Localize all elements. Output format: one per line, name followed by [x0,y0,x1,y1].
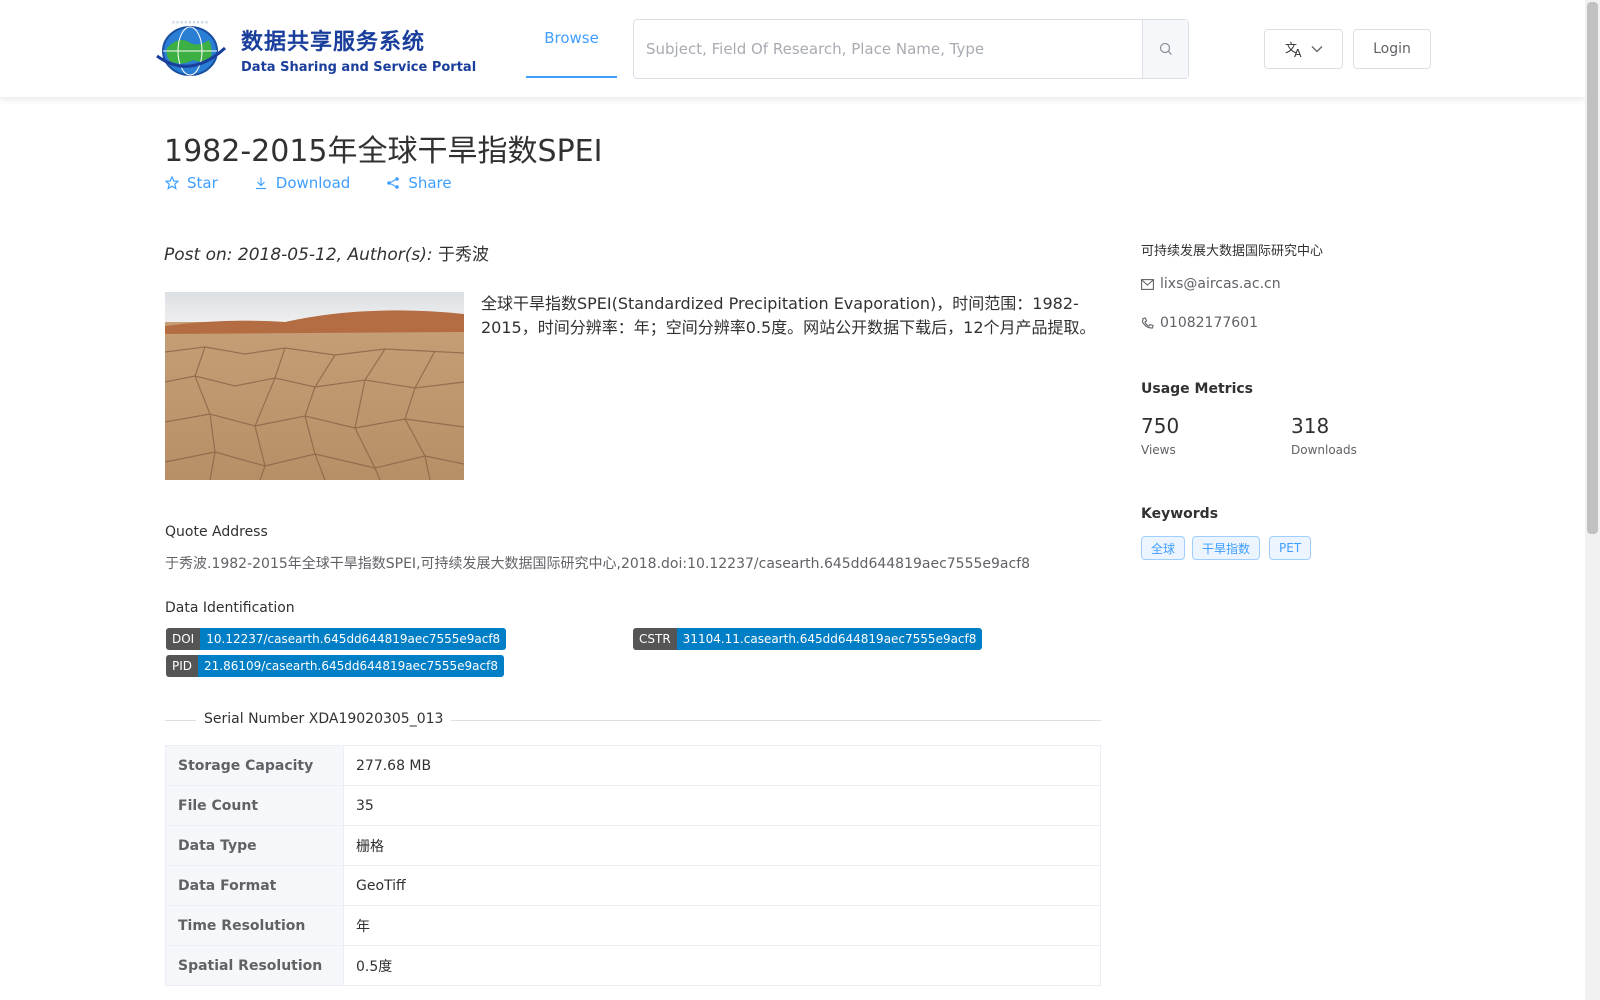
globe-logo-icon: ◦◦◦◦◦◦◦◦◦ [153,18,231,80]
share-label: Share [408,174,452,192]
doi-badge[interactable]: DOI 10.12237/casearth.645dd644819aec7555… [166,628,507,650]
page-scrollbar[interactable] [1585,0,1600,1000]
phone-text: 01082177601 [1160,315,1258,331]
share-icon [387,177,400,189]
phone-icon [1141,316,1154,329]
svg-text:A: A [1294,47,1302,58]
keywords-title: Keywords [1141,506,1219,522]
search-icon [1159,42,1172,55]
row-value: 0.5度 [343,945,1101,986]
row-key: File Count [165,785,344,826]
doi-value: 10.12237/casearth.645dd644819aec7555e9ac… [200,628,507,650]
top-header: ◦◦◦◦◦◦◦◦◦ 数据共享服务系统 Data Sharing and Serv… [0,0,1585,98]
row-value: 277.68 MB [343,745,1101,786]
post-meta: Post on: 2018-05-12, Author(s): 于秀波 [164,240,489,265]
row-value: 年 [343,905,1101,946]
row-key: Spatial Resolution [165,945,344,986]
contact-phone: 01082177601 [1141,315,1258,331]
star-icon [165,176,179,190]
chevron-down-icon [1311,46,1322,53]
table-row: Data Type 栅格 [165,825,1101,866]
email-text: lixs@aircas.ac.cn [1160,276,1281,292]
data-identification-label: Data Identification [165,600,295,616]
row-value: 35 [343,785,1101,826]
portal-logo[interactable]: ◦◦◦◦◦◦◦◦◦ 数据共享服务系统 Data Sharing and Serv… [153,18,476,80]
pid-value: 21.86109/casearth.645dd644819aec7555e9ac… [198,655,504,677]
mail-icon [1141,278,1154,290]
cstr-badge[interactable]: CSTR 31104.11.casearth.645dd644819aec755… [633,628,983,650]
views-count: 750 [1141,414,1180,438]
translate-icon: 文 A [1285,40,1302,58]
row-key: Data Type [165,825,344,866]
scrollbar-thumb[interactable] [1587,2,1598,534]
share-button[interactable]: Share [386,174,452,192]
post-date: Post on: 2018-05-12, Author(s): [164,245,438,265]
serial-number: Serial Number XDA19020305_013 [196,711,452,727]
cstr-key: CSTR [633,628,677,650]
logo-title-cn: 数据共享服务系统 [241,29,426,55]
keyword-tag[interactable]: 干旱指数 [1192,536,1261,560]
keyword-tag[interactable]: PET [1269,536,1312,560]
dataset-thumbnail [165,292,464,480]
quote-address-label: Quote Address [165,524,268,540]
dataset-info-table: Storage Capacity 277.68 MB File Count 35 D… [165,745,1101,986]
row-key: Storage Capacity [165,745,344,786]
organization-name: 可持续发展大数据国际研究中心 [1141,244,1324,259]
usage-metrics-title: Usage Metrics [1141,381,1253,397]
star-button[interactable]: Star [165,174,218,192]
pid-key: PID [166,655,199,677]
table-row: File Count 35 [165,785,1101,826]
row-key: Time Resolution [165,905,344,946]
table-row: Time Resolution 年 [165,905,1101,946]
quote-address-text: 于秀波.1982-2015年全球干旱指数SPEI,可持续发展大数据国际研究中心,… [165,556,1031,572]
row-value: GeoTiff [343,865,1101,906]
keyword-tag[interactable]: 全球 [1141,536,1186,560]
download-button[interactable]: Download [254,174,351,192]
download-icon [255,177,266,190]
row-value: 栅格 [343,825,1101,866]
downloads-label: Downloads [1291,443,1357,457]
pid-badge[interactable]: PID 21.86109/casearth.645dd644819aec7555… [166,655,504,677]
language-switch-button[interactable]: 文 A [1264,29,1343,69]
downloads-count: 318 [1291,414,1330,438]
table-row: Storage Capacity 277.68 MB [165,745,1101,786]
login-button[interactable]: Login [1353,29,1431,69]
author-name: 于秀波 [437,245,489,265]
row-key: Data Format [165,865,344,906]
dataset-actions: Star Download Share [165,174,452,192]
nav-browse-link[interactable]: Browse [526,0,617,78]
svg-text:◦◦◦◦◦◦◦◦◦: ◦◦◦◦◦◦◦◦◦ [171,19,208,27]
table-row: Spatial Resolution 0.5度 [165,945,1101,986]
star-label: Star [187,174,218,192]
dataset-description: 全球干旱指数SPEI(Standardized Precipitation Ev… [481,294,1096,337]
cstr-value: 31104.11.casearth.645dd644819aec7555e9ac… [676,628,983,650]
search-input[interactable] [634,20,1142,78]
download-label: Download [275,174,351,192]
contact-email[interactable]: lixs@aircas.ac.cn [1141,276,1281,292]
search-bar [633,19,1189,79]
logo-title-en: Data Sharing and Service Portal [241,59,477,75]
page-title: 1982-2015年全球干旱指数SPEI [164,134,603,169]
doi-key: DOI [166,628,201,650]
search-button[interactable] [1142,20,1188,78]
views-label: Views [1141,443,1176,457]
table-row: Data Format GeoTiff [165,865,1101,906]
